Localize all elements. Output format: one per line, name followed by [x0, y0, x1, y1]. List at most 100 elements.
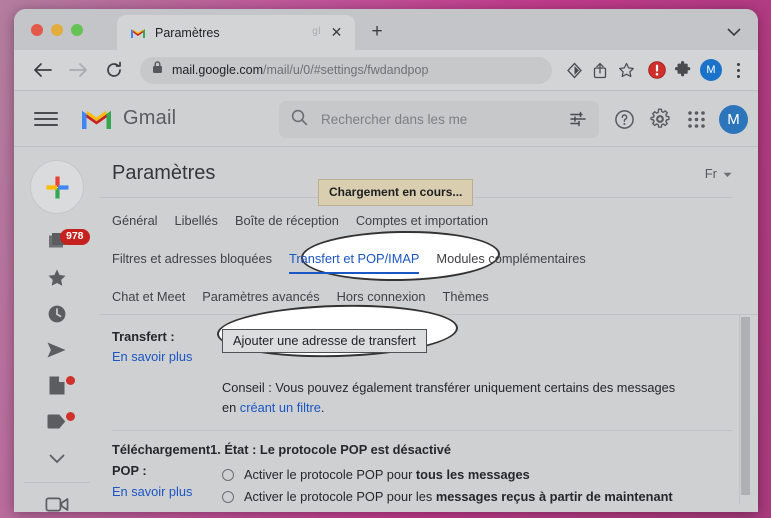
browser-window: Paramètres gl ✕ + mail.google.com/mail/u…: [14, 9, 758, 512]
pop-option-from-now-label: Activer le protocole POP pour les messag…: [244, 489, 673, 504]
tab-ghost-text: gl: [312, 26, 321, 37]
window-close-button[interactable]: [31, 24, 43, 36]
google-apps-grid-icon[interactable]: [679, 102, 713, 136]
search-input[interactable]: Rechercher dans les me: [321, 112, 467, 127]
tab-filtres-et-adresses-bloquees[interactable]: Filtres et adresses bloquées: [112, 251, 272, 274]
language-label: Fr: [704, 166, 717, 181]
radio-pop-all[interactable]: [222, 468, 234, 481]
pop-label-col: POP : En savoir plus: [112, 463, 222, 504]
tab-hors-connexion[interactable]: Hors connexion: [337, 289, 426, 312]
drafts-alert-dot: [66, 376, 75, 385]
labels-alert-dot: [66, 412, 75, 421]
sidebar-item-new-meeting[interactable]: [14, 489, 100, 512]
radio-pop-from-now[interactable]: [222, 490, 234, 503]
sidebar-divider: [24, 482, 90, 483]
sidebar-item-snoozed[interactable]: [14, 298, 100, 334]
tab-parametres-avances[interactable]: Paramètres avancés: [202, 289, 319, 312]
page-title: Paramètres: [112, 162, 216, 184]
content-scrollbar[interactable]: [739, 315, 752, 504]
tab-boite-de-reception[interactable]: Boîte de réception: [235, 213, 339, 236]
pop-section: Téléchargement1. État : Le protocole POP…: [112, 431, 732, 504]
search-bar[interactable]: Rechercher dans les me: [279, 101, 599, 138]
tab-general[interactable]: Général: [112, 213, 158, 236]
create-filter-link[interactable]: créant un filtre: [240, 400, 321, 415]
browser-tab-parametres[interactable]: Paramètres gl ✕: [117, 15, 355, 50]
pop-radio-group: Activer le protocole POP pour tous les m…: [222, 463, 673, 504]
reading-mode-icon[interactable]: [562, 58, 586, 82]
chrome-profile-avatar[interactable]: M: [700, 59, 722, 81]
back-arrow-icon[interactable]: [28, 56, 56, 84]
share-icon[interactable]: [588, 58, 612, 82]
pop-label: POP :: [112, 462, 147, 478]
tab-chat-et-meet[interactable]: Chat et Meet: [112, 289, 185, 312]
window-minimize-button[interactable]: [51, 24, 63, 36]
settings-content: Transfert : En savoir plus Ajouter une a…: [100, 301, 758, 504]
address-bar[interactable]: mail.google.com/mail/u/0/#settings/fwdan…: [140, 56, 552, 84]
browser-toolbar: mail.google.com/mail/u/0/#settings/fwdan…: [14, 50, 758, 91]
sidebar-item-sent[interactable]: [14, 334, 100, 370]
star-icon: [47, 268, 67, 293]
forwarding-row: Transfert : En savoir plus Ajouter une a…: [112, 329, 732, 364]
browser-tab-strip: Paramètres gl ✕ +: [14, 9, 758, 50]
lock-icon: [152, 61, 163, 79]
forwarding-label: Transfert :: [112, 329, 175, 344]
pop-option-all[interactable]: Activer le protocole POP pour tous les m…: [222, 467, 673, 482]
pop-option-all-label: Activer le protocole POP pour tous les m…: [244, 467, 530, 482]
add-forwarding-address-button[interactable]: Ajouter une adresse de transfert: [222, 329, 427, 353]
gmail-logo-icon[interactable]: [80, 106, 113, 131]
caret-down-icon: [723, 166, 732, 181]
forwarding-label-col: Transfert : En savoir plus: [112, 329, 222, 364]
scrollbar-thumb[interactable]: [741, 317, 750, 495]
sidebar-item-labels[interactable]: [14, 406, 100, 442]
settings-gear-icon[interactable]: [643, 102, 677, 136]
video-camera-outline-icon: [45, 496, 70, 512]
account-avatar[interactable]: M: [719, 104, 748, 134]
search-options-icon[interactable]: [569, 110, 587, 133]
forward-arrow-icon[interactable]: [64, 56, 92, 84]
tab-libelles[interactable]: Libellés: [175, 213, 218, 236]
inbox-unread-badge: 978: [60, 229, 90, 245]
url-path: /mail/u/0/#settings/fwdandpop: [263, 63, 429, 77]
label-tag-icon: [46, 413, 68, 435]
gmail-header: Gmail Rechercher dans les me M: [14, 91, 758, 147]
language-switcher[interactable]: Fr: [705, 166, 732, 181]
hamburger-menu-icon[interactable]: [28, 101, 64, 137]
three-dot-menu-icon[interactable]: [726, 57, 750, 83]
settings-tabs-row-3: Chat et Meet Paramètres avancés Hors con…: [112, 274, 758, 312]
reload-icon[interactable]: [100, 56, 128, 84]
tab-transfert-et-pop-imap[interactable]: Transfert et POP/IMAP: [289, 251, 420, 274]
gmail-m-icon: [130, 26, 146, 40]
chevron-down-icon: [49, 451, 65, 469]
new-tab-button[interactable]: +: [366, 21, 388, 43]
help-icon[interactable]: [607, 102, 641, 136]
compose-button[interactable]: [30, 160, 84, 214]
tab-modules-complementaires[interactable]: Modules complémentaires: [436, 251, 585, 274]
sidebar-item-more[interactable]: [14, 442, 100, 478]
draft-document-icon: [48, 375, 66, 401]
extensions-puzzle-icon[interactable]: [670, 57, 696, 83]
sidebar-item-drafts[interactable]: [14, 370, 100, 406]
loading-tooltip: Chargement en cours...: [318, 179, 474, 206]
forwarding-section: Transfert : En savoir plus Ajouter une a…: [112, 301, 732, 431]
window-maximize-button[interactable]: [71, 24, 83, 36]
gmail-page: Gmail Rechercher dans les me M Chargemen…: [14, 91, 758, 512]
adblock-icon[interactable]: [644, 57, 670, 83]
pop-learn-more-link[interactable]: En savoir plus: [112, 484, 222, 499]
forwarding-learn-more-link[interactable]: En savoir plus: [112, 349, 222, 364]
forwarding-tip-suffix: .: [320, 399, 325, 415]
pop-option-all-bold: tous les messages: [415, 466, 530, 482]
pop-option-all-prefix: Activer le protocole POP pour: [244, 466, 416, 482]
gmail-header-actions: M: [607, 91, 748, 147]
bookmark-star-icon[interactable]: [614, 58, 638, 82]
tab-themes[interactable]: Thèmes: [443, 289, 489, 312]
sidebar-item-starred[interactable]: [14, 262, 100, 298]
chevron-down-icon[interactable]: [724, 22, 744, 42]
pop-option-from-now[interactable]: Activer le protocole POP pour les messag…: [222, 489, 673, 504]
address-bar-url: mail.google.com/mail/u/0/#settings/fwdan…: [172, 63, 428, 77]
settings-tabs: Général Libellés Boîte de réception Comp…: [100, 198, 758, 312]
pop-option-from-now-bold: messages reçus à partir de maintenant: [435, 488, 673, 504]
close-icon[interactable]: ✕: [328, 24, 345, 41]
window-traffic-lights: [31, 24, 83, 36]
sidebar-item-inbox[interactable]: 978: [14, 226, 100, 262]
tab-comptes-et-importation[interactable]: Comptes et importation: [356, 213, 488, 236]
